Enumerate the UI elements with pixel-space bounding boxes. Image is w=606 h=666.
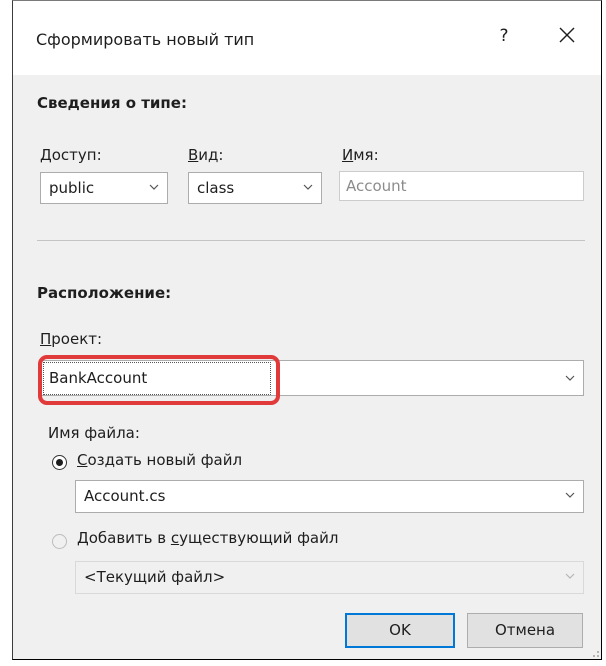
access-select-value: public bbox=[49, 179, 95, 197]
add-to-existing-file-label[interactable]: Добавить в существующий файл bbox=[77, 529, 338, 547]
create-new-file-radio[interactable] bbox=[52, 455, 67, 470]
chevron-down-icon bbox=[149, 184, 159, 190]
new-file-name-combo[interactable]: Account.cs bbox=[75, 480, 584, 513]
project-label-text: роект: bbox=[51, 330, 103, 348]
name-label-text: мя: bbox=[353, 146, 379, 164]
type-info-heading: Сведения о типе: bbox=[37, 94, 187, 112]
highlight-annotation bbox=[38, 355, 280, 405]
resize-grip-icon[interactable] bbox=[588, 646, 600, 658]
kind-label-text: ид: bbox=[198, 146, 224, 164]
kind-select[interactable]: class bbox=[188, 172, 322, 204]
project-label-hotkey: П bbox=[40, 330, 52, 348]
project-label: Проект: bbox=[40, 330, 102, 348]
add-existing-text-before: Добавить в bbox=[77, 529, 171, 547]
chevron-down-icon bbox=[565, 573, 575, 579]
access-label: Доступ: bbox=[40, 146, 102, 164]
add-existing-text-after: уществующий файл bbox=[179, 529, 339, 547]
close-button[interactable] bbox=[553, 21, 581, 49]
add-existing-hotkey: с bbox=[170, 529, 180, 547]
access-label-text: оступ: bbox=[51, 146, 102, 164]
ok-button[interactable]: OK bbox=[345, 613, 455, 648]
access-label-hotkey: Д bbox=[40, 146, 52, 164]
section-divider bbox=[37, 240, 585, 241]
kind-label-hotkey: В bbox=[188, 146, 199, 164]
create-new-file-label[interactable]: Создать новый файл bbox=[77, 451, 242, 469]
chevron-down-icon bbox=[565, 375, 575, 381]
close-icon bbox=[559, 27, 575, 43]
access-select[interactable]: public bbox=[40, 172, 168, 204]
existing-file-combo[interactable]: <Текущий файл> bbox=[75, 561, 584, 594]
chevron-down-icon bbox=[565, 492, 575, 498]
kind-label: Вид: bbox=[188, 146, 223, 164]
location-heading: Расположение: bbox=[37, 284, 172, 302]
existing-file-value: <Текущий файл> bbox=[84, 568, 226, 586]
cancel-button[interactable]: Отмена bbox=[467, 613, 583, 648]
type-name-field[interactable]: Account bbox=[339, 171, 584, 201]
help-button[interactable]: ? bbox=[494, 26, 514, 46]
create-new-file-hotkey: С bbox=[77, 451, 88, 469]
window-title: Сформировать новый тип bbox=[36, 30, 255, 49]
chevron-down-icon bbox=[303, 184, 313, 190]
create-new-file-text: оздать новый файл bbox=[87, 451, 243, 469]
add-to-existing-file-radio[interactable] bbox=[52, 534, 67, 549]
kind-select-value: class bbox=[197, 179, 235, 197]
file-name-label: Имя файла: bbox=[48, 424, 140, 442]
name-label: Имя: bbox=[342, 146, 379, 164]
name-label-hotkey: И bbox=[342, 146, 354, 164]
new-file-name-value: Account.cs bbox=[84, 487, 166, 505]
